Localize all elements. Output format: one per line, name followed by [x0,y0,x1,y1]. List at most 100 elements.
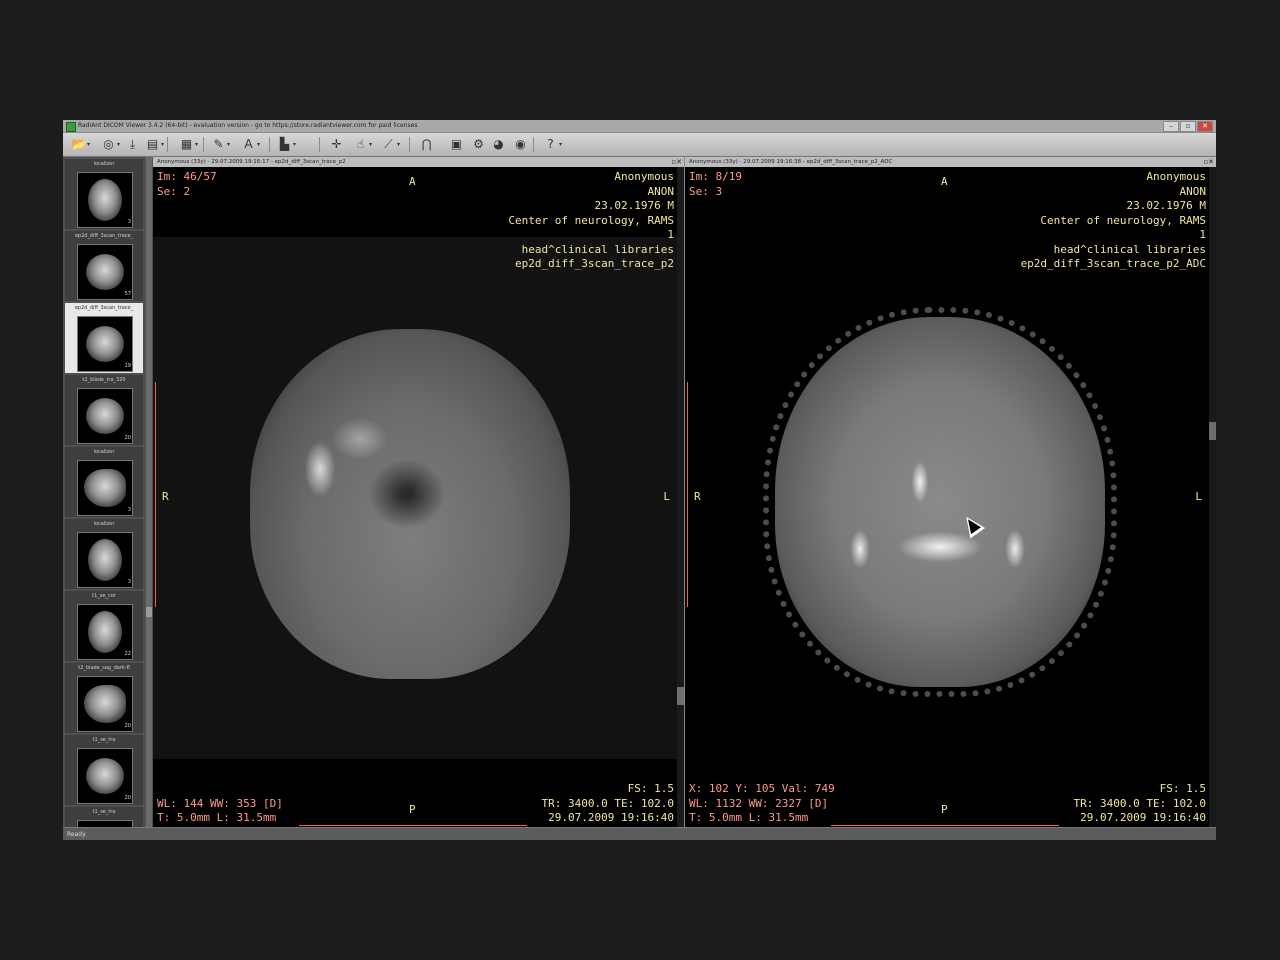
patient-info-line: 1 [1199,228,1206,241]
coin-icon: ◉ [515,137,526,151]
image-count: 57 [124,291,131,297]
scan-image[interactable] [153,237,684,759]
viewport-right[interactable]: Anonymous (33y) - 29.07.2009 19:16:38 - … [685,157,1216,827]
patient-info-line: Anonymous [614,170,674,183]
chevron-down-icon[interactable]: ▾ [227,141,230,148]
thumbnail-label: ep2d_diff_3scan_trace_ [74,233,134,239]
chevron-down-icon[interactable]: ▾ [195,141,198,148]
brain-scan-thumbnail [84,469,126,507]
thumbnail-label: ep2d_diff_3scan_trace_ [74,305,134,311]
patient-info-line: head^clinical libraries [1053,242,1206,256]
close-button[interactable]: ✕ [1197,121,1213,132]
series-thumbnail[interactable]: localizer 3 [65,159,143,229]
patient-info-line: Center of neurology, RAMS [1040,213,1206,227]
brain-scan-thumbnail [86,398,124,434]
crosshair-tool[interactable]: ✛ [329,136,344,153]
open-folder-tool[interactable]: 📂 ▾ [71,136,90,153]
series-thumbnail[interactable]: t2_blade_tra_320 20 [65,375,143,445]
film-icon: ▣ [450,137,463,151]
thumbnail-label: localizer [93,521,115,527]
minimize-button[interactable]: – [1163,121,1179,132]
toolbar: 📂 ▾ ◎ ▾ ⤓ ▤ ▾ ▦ ▾ ✎ ▾ A ▾ ▙ ▾ ✛ ☝ ▾ ⟋ ▾ ⋂ ▣ ⚙ ◕ ◉? ▾ [63,133,1216,157]
scan-image[interactable] [685,237,1216,759]
chevron-down-icon[interactable]: ▾ [559,141,562,148]
series-thumbnail[interactable]: t1_se_tra [65,807,143,827]
patient-info-line: ANON [647,184,675,198]
chevron-down-icon[interactable]: ▾ [117,141,120,148]
image-index: Im: 8/19 [689,170,742,183]
window-level-info [157,782,283,797]
image-count: 20 [124,723,131,729]
series-thumbnail[interactable]: t1_se_tra 20 [65,735,143,805]
series-thumbnail[interactable]: localizer 3 [65,447,143,517]
viewport-left[interactable]: Anonymous (33y) - 29.07.2009 19:16:17 - … [153,157,684,827]
brain-scan-thumbnail [84,685,126,723]
image-count: 20 [124,795,131,801]
arch-tool[interactable]: ⋂ [419,136,434,153]
thumbnail-label: t2_blade_sag_dark-fl [78,665,130,671]
gear-tool[interactable]: ⚙ [471,136,486,153]
help-icon: ? [547,137,554,151]
scale-ruler-vertical [687,382,688,607]
series-index: Se: 3 [689,184,723,198]
ventricle-region [368,459,446,529]
app-icon [66,122,76,132]
thumbnail-label: localizer [93,161,115,167]
thumbnail-scrollbar[interactable] [146,157,152,827]
brush-tool[interactable]: ▙ ▾ [277,136,296,153]
scrollbar-handle[interactable] [677,687,684,705]
scrollbar-handle[interactable] [146,607,152,617]
thumbnail-label: localizer [93,449,115,455]
chevron-down-icon[interactable]: ▾ [397,141,400,148]
download-tool[interactable]: ⤓ [125,136,140,153]
orientation-top: A [409,175,416,188]
viewport-scrollbar[interactable] [677,167,684,827]
series-thumbnail[interactable]: ep2d_diff_3scan_trace_ 19 [65,303,143,373]
chevron-down-icon[interactable]: ▾ [257,141,260,148]
save-icon: ▤ [146,137,159,151]
brain-scan-thumbnail [86,758,124,794]
help-tool[interactable]: ? ▾ [543,136,562,153]
chevron-down-icon[interactable]: ▾ [161,141,164,148]
patient-info-line: ANON [1179,184,1207,198]
save-tool[interactable]: ▤ ▾ [145,136,164,153]
series-thumbnail[interactable]: t1_se_cor 22 [65,591,143,661]
series-thumbnail[interactable]: ep2d_diff_3scan_trace_ 57 [65,231,143,301]
series-thumbnail-panel: localizer 3 ep2d_diff_3scan_trace_ 57 ep2d_d… [63,157,153,827]
acquisition-info: TR: 3400.0 TE: 102.0 [541,796,674,810]
layout-icon: ▦ [180,137,193,151]
series-thumbnail[interactable]: localizer 3 [65,519,143,589]
cd-tool[interactable]: ◎ ▾ [101,136,120,153]
image-count: 3 [127,579,131,585]
orientation-bottom: P [941,803,948,816]
viewport-window-buttons[interactable]: ▫✕ [1203,157,1214,167]
status-bar: Ready [63,827,1216,840]
text-tool[interactable]: A ▾ [241,136,260,153]
viewport-window-buttons[interactable]: ▫✕ [671,157,682,167]
layout-tool[interactable]: ▦ ▾ [179,136,198,153]
crosshair-icon: ✛ [331,137,342,151]
measure-tool[interactable]: ⟋ ▾ [381,136,400,153]
coin-tool[interactable]: ◉ [513,136,528,153]
scrollbar-handle[interactable] [1209,422,1216,440]
maximize-button[interactable]: ▫ [1180,121,1196,132]
acquisition-info: FS: 1.5 [1159,782,1206,795]
viewport-scrollbar[interactable] [1209,167,1216,827]
patient-info-line: ep2d_diff_3scan_trace_p2 [515,257,674,270]
orientation-left: R [162,490,169,503]
chevron-down-icon[interactable]: ▾ [293,141,296,148]
orientation-right: L [1195,490,1202,503]
move-tool[interactable]: ☝ ▾ [353,136,372,153]
app-window: RadiAnt DICOM Viewer 3.4.2 (64-bit) - ev… [63,120,1216,840]
cd-icon: ◎ [103,137,114,151]
chevron-down-icon[interactable]: ▾ [87,141,90,148]
series-thumbnail[interactable]: t2_blade_sag_dark-fl 20 [65,663,143,733]
orientation-left: R [694,490,701,503]
pen-icon: ✎ [213,137,224,151]
pen-tool[interactable]: ✎ ▾ [211,136,230,153]
orientation-right: L [663,490,670,503]
globe-tool[interactable]: ◕ [491,136,506,153]
toolbar-separator [203,137,204,152]
chevron-down-icon[interactable]: ▾ [369,141,372,148]
film-tool[interactable]: ▣ [449,136,464,153]
